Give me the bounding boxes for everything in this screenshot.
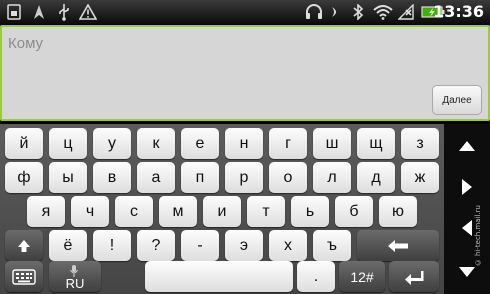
key-letter[interactable]: п [181,162,219,193]
navigation-arrow-icon [30,3,48,21]
up-arrow-button[interactable] [445,126,489,166]
right-arrow-button[interactable] [445,167,489,207]
onscreen-keyboard: й ц у к е н г ш щ з ф ы в а п р о л д ж … [0,124,444,294]
keyboard-icon [12,268,36,285]
key-letter[interactable]: н [225,128,263,159]
key-symbol[interactable]: ! [93,230,131,261]
keyboard-settings-key[interactable] [5,261,43,292]
key-letter[interactable]: ф [5,162,43,193]
key-letter[interactable]: м [159,196,197,227]
key-letter[interactable]: щ [357,128,395,159]
key-letter[interactable]: к [137,128,175,159]
down-arrow-icon [459,267,475,277]
key-letter[interactable]: д [357,162,395,193]
key-letter[interactable]: р [225,162,263,193]
key-symbol[interactable]: ? [137,230,175,261]
symbols-key[interactable]: 12# [339,261,385,292]
next-button[interactable]: Далее [432,85,482,115]
key-letter[interactable]: л [313,162,351,193]
key-letter[interactable]: а [137,162,175,193]
key-symbol[interactable]: - [181,230,219,261]
key-letter[interactable]: т [247,196,285,227]
key-letter[interactable]: ж [401,162,439,193]
language-mic-key[interactable]: RU [49,261,101,292]
period-key[interactable]: . [297,261,335,292]
key-letter[interactable]: с [115,196,153,227]
usb-icon [54,3,74,21]
key-letter[interactable]: о [269,162,307,193]
key-letter[interactable]: г [269,128,307,159]
key-letter[interactable]: я [27,196,65,227]
key-letter[interactable]: ы [49,162,87,193]
key-letter[interactable]: з [401,128,439,159]
recipient-placeholder: Кому [8,35,44,52]
backspace-key[interactable] [357,230,439,261]
key-letter[interactable]: й [5,128,43,159]
key-letter[interactable]: и [203,196,241,227]
language-label: RU [65,276,85,291]
left-arrow-icon [462,220,472,236]
watermark-text: © hi-tech.mail.ru [474,205,482,267]
key-letter[interactable]: ц [49,128,87,159]
left-arrow-button[interactable] [445,208,489,248]
shift-key[interactable] [5,230,43,261]
status-bar: 13:36 [0,0,490,24]
signal-off-icon [397,3,415,21]
enter-key[interactable] [389,261,439,292]
key-letter[interactable]: х [269,230,307,261]
key-letter[interactable]: ъ [313,230,351,261]
bluetooth-icon [350,3,366,21]
backspace-arrow-icon [388,239,408,252]
key-letter[interactable]: ш [313,128,351,159]
recipient-text-area[interactable]: Кому Далее [0,25,490,121]
headphones-icon [304,3,324,21]
key-letter[interactable]: ч [71,196,109,227]
space-key[interactable] [145,261,293,292]
up-arrow-icon [459,141,475,151]
key-letter[interactable]: ю [379,196,417,227]
clock-time: 13:36 [433,2,484,21]
sim-icon [5,3,23,21]
shift-arrow-icon [18,239,30,252]
key-letter[interactable]: ь [291,196,329,227]
down-arrow-button[interactable] [445,252,489,292]
key-letter[interactable]: е [181,128,219,159]
key-letter[interactable]: б [335,196,373,227]
key-letter[interactable]: в [93,162,131,193]
right-arrow-icon [462,179,472,195]
mute-icon [328,3,344,21]
key-letter[interactable]: у [93,128,131,159]
key-letter[interactable]: э [225,230,263,261]
enter-arrow-icon [405,270,424,285]
warning-icon [78,3,98,21]
wifi-icon [372,3,394,21]
key-letter[interactable]: ё [49,230,87,261]
